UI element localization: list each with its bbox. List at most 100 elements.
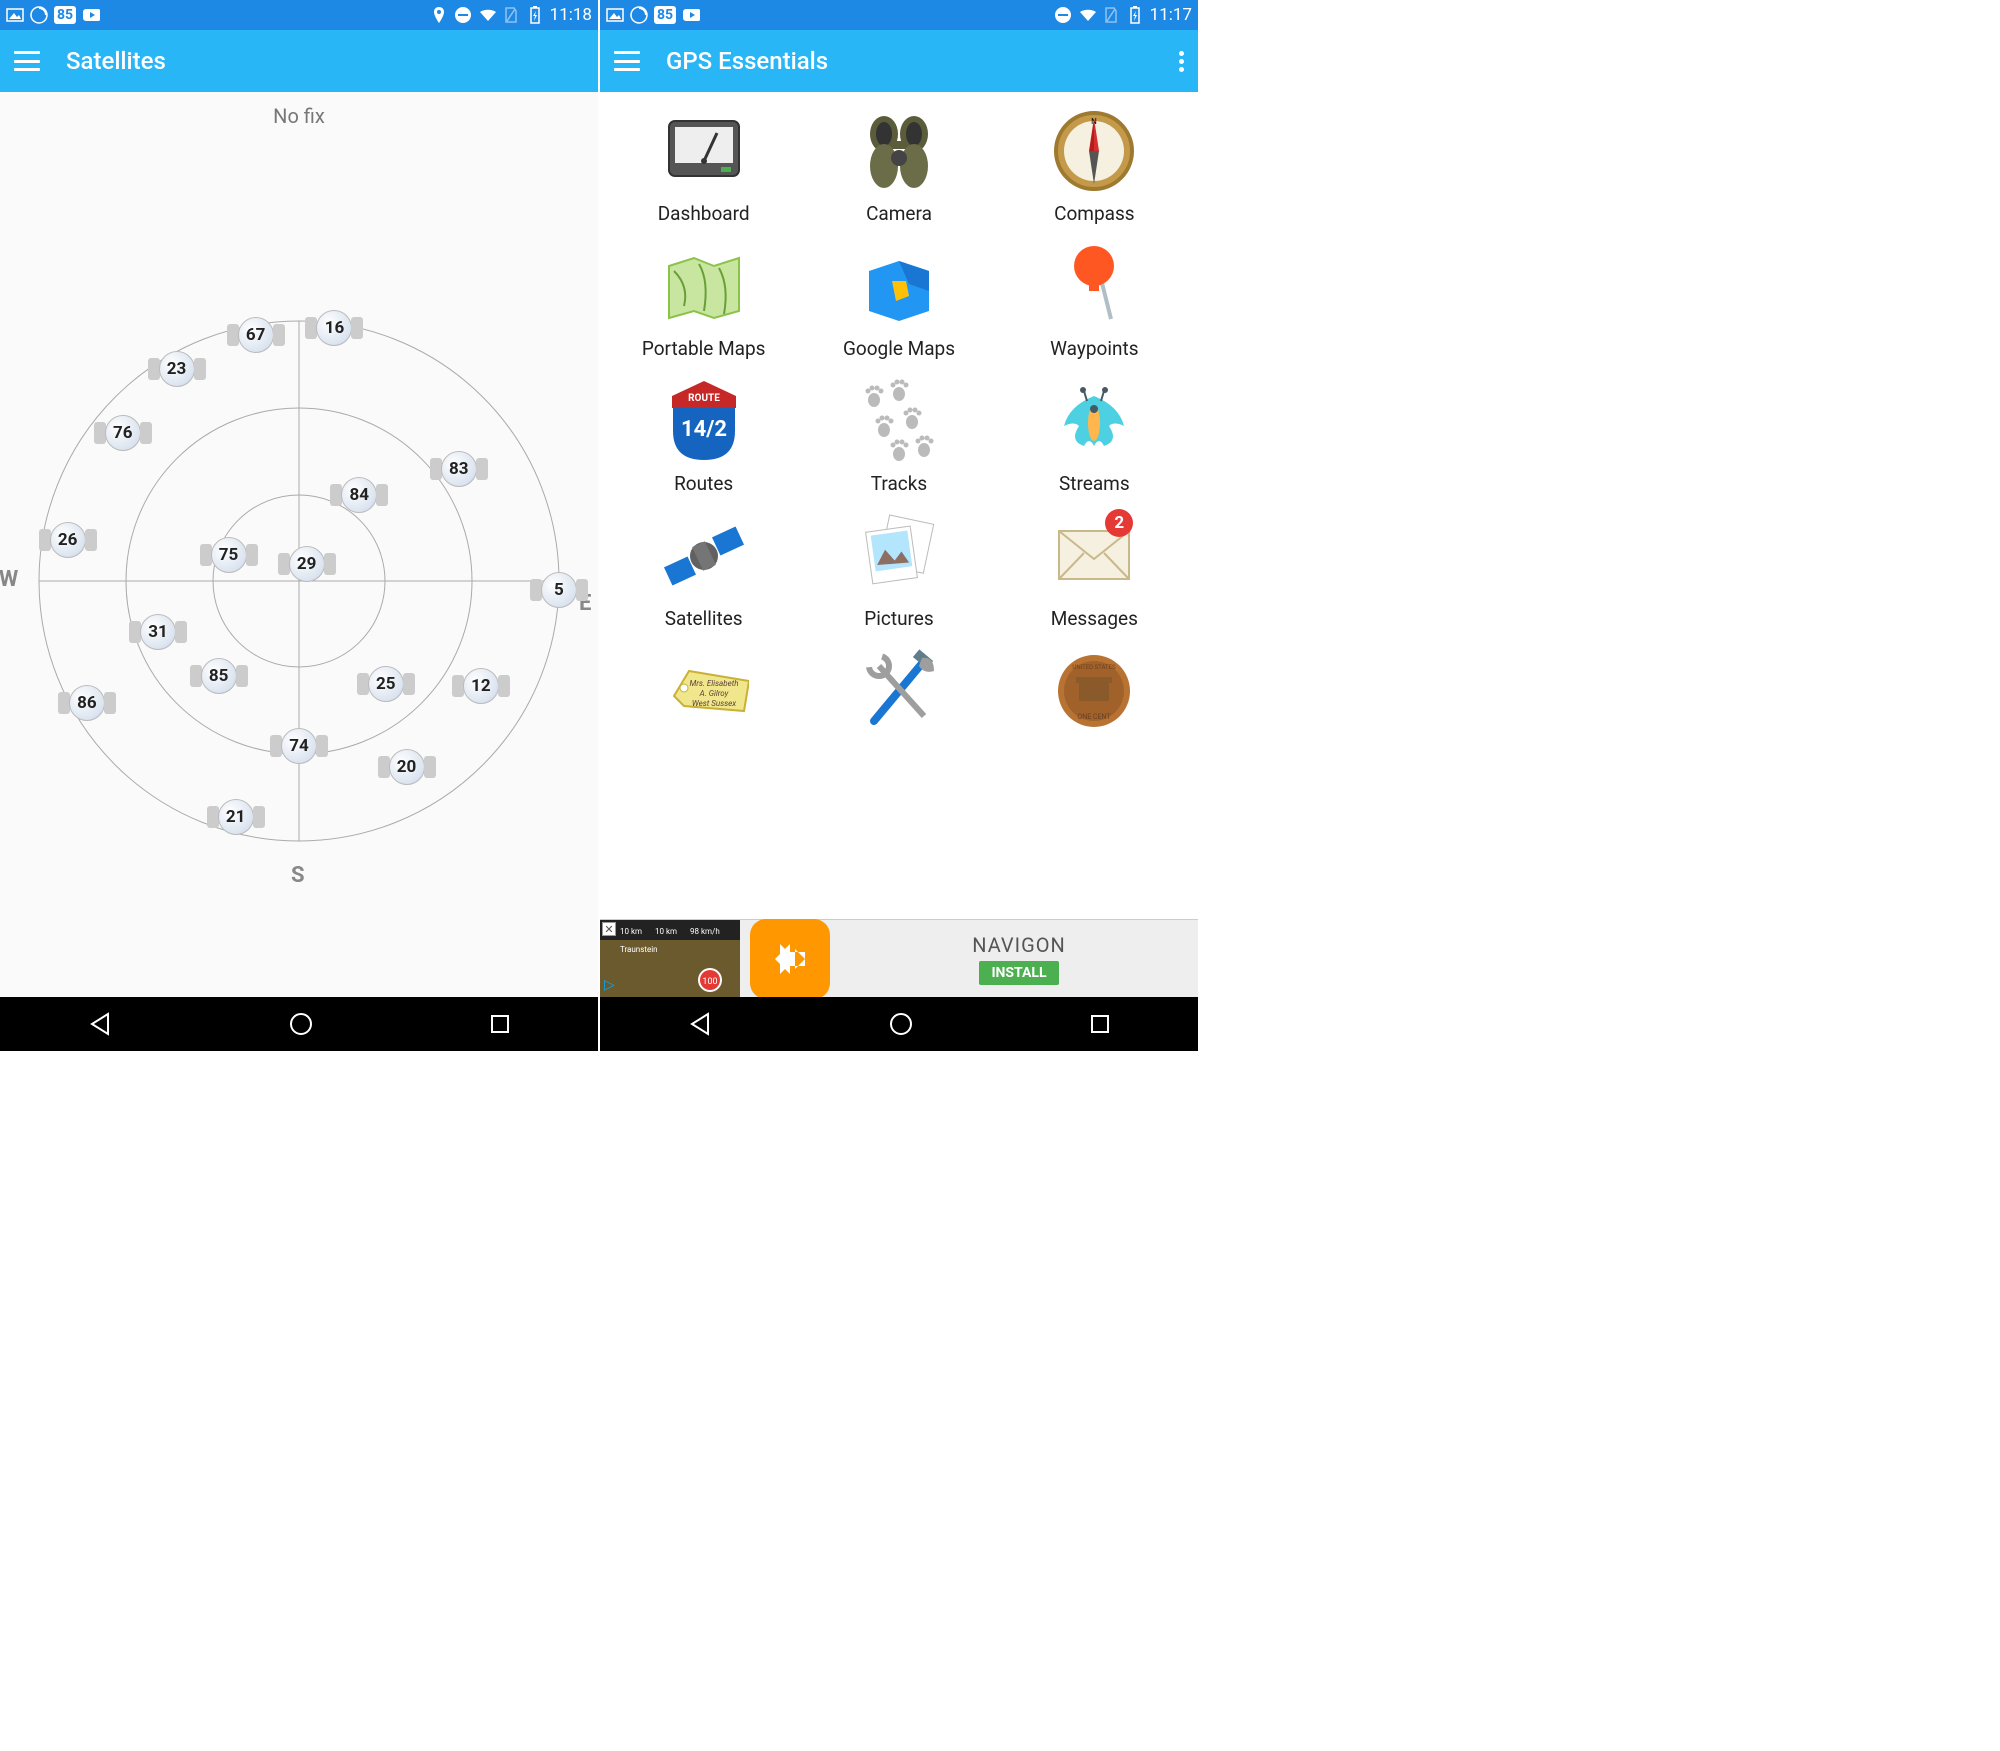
- svg-text:14/2: 14/2: [681, 417, 727, 442]
- tile-dashboard[interactable]: Dashboard: [606, 100, 801, 231]
- satellite-marker: 29: [278, 546, 336, 582]
- svg-text:ROUTE: ROUTE: [688, 393, 720, 404]
- tile-routes[interactable]: ROUTE 14/2 Routes: [606, 370, 801, 501]
- tile-compass[interactable]: N Compass: [997, 100, 1192, 231]
- tile-label: Camera: [866, 202, 932, 225]
- google-maps-icon: [854, 241, 944, 331]
- tile-satellites[interactable]: Satellites: [606, 505, 801, 636]
- tile-messages[interactable]: 2Messages: [997, 505, 1192, 636]
- tile-portable-maps[interactable]: Portable Maps: [606, 235, 801, 366]
- sim-icon: [502, 6, 520, 24]
- tile-tools[interactable]: [801, 640, 996, 742]
- sim-icon: [1102, 6, 1120, 24]
- phone-left-satellites: 85 11:18 Satellites No fix W E: [0, 0, 600, 1051]
- ad-install-button[interactable]: INSTALL: [979, 961, 1058, 985]
- tile-label: Dashboard: [658, 202, 750, 225]
- tile-coin[interactable]: UNITED STATESONE CENT: [997, 640, 1192, 742]
- tile-tracks[interactable]: Tracks: [801, 370, 996, 501]
- pictures-icon: [854, 511, 944, 601]
- satellite-marker: 31: [129, 614, 187, 650]
- satellite-marker: 16: [305, 310, 363, 346]
- satellite-marker: 85: [190, 658, 248, 694]
- svg-text:West Sussex: West Sussex: [692, 699, 736, 708]
- home-button[interactable]: [287, 1010, 315, 1038]
- image-icon: [606, 6, 624, 24]
- dashboard-icon: [659, 106, 749, 196]
- ad-title: NAVIGON: [972, 933, 1065, 957]
- back-button[interactable]: [86, 1010, 114, 1038]
- satellite-marker: 20: [378, 749, 436, 785]
- tile-label: Waypoints: [1050, 337, 1138, 360]
- battery-level-badge: 85: [654, 6, 676, 24]
- overview-button[interactable]: [1088, 1012, 1112, 1036]
- battery-charging-icon: [526, 6, 544, 24]
- coin-icon: UNITED STATESONE CENT: [1049, 646, 1139, 736]
- wifi-icon: [478, 6, 496, 24]
- nav-bar: [600, 997, 1198, 1051]
- overview-button[interactable]: [488, 1012, 512, 1036]
- satellites-icon: [659, 511, 749, 601]
- app-bar: Satellites: [0, 30, 598, 92]
- status-time: 11:18: [550, 5, 592, 25]
- satellite-marker: 86: [58, 685, 116, 721]
- ad-info-icon[interactable]: ▷: [604, 977, 615, 993]
- status-bar: 85 11:18: [0, 0, 598, 30]
- svg-text:N: N: [1091, 117, 1097, 126]
- tile-label: Routes: [674, 472, 733, 495]
- tile-tag[interactable]: Mrs. ElisabethA. GilroyWest Sussex: [606, 640, 801, 742]
- waypoints-icon: [1049, 241, 1139, 331]
- app-title: GPS Essentials: [666, 47, 828, 75]
- tile-camera[interactable]: Camera: [801, 100, 996, 231]
- back-button[interactable]: [686, 1010, 714, 1038]
- tile-pictures[interactable]: Pictures: [801, 505, 996, 636]
- svg-text:10 km: 10 km: [620, 927, 642, 936]
- ad-preview: ✕ ▷ 10010 km10 km98 km/hTraunstein: [600, 920, 740, 997]
- dnd-icon: [1054, 6, 1072, 24]
- main-menu-content: Dashboard Camera N Compass Portable Maps Goog…: [600, 92, 1198, 997]
- tracks-icon: [854, 376, 944, 466]
- home-button[interactable]: [887, 1010, 915, 1038]
- satellite-marker: 83: [430, 451, 488, 487]
- tile-streams[interactable]: Streams: [997, 370, 1192, 501]
- satellite-marker: 75: [200, 537, 258, 573]
- streams-icon: [1049, 376, 1139, 466]
- youtube-icon: [82, 6, 100, 24]
- svg-text:A. Gilroy: A. Gilroy: [698, 689, 728, 698]
- compass-icon: N: [1049, 106, 1139, 196]
- svg-text:Traunstein: Traunstein: [620, 945, 658, 954]
- cardinal-west: W: [0, 567, 18, 592]
- wifi-icon: [1078, 6, 1096, 24]
- status-time: 11:17: [1150, 5, 1192, 25]
- satellite-marker: 5: [530, 572, 588, 608]
- tag-icon: Mrs. ElisabethA. GilroyWest Sussex: [659, 646, 749, 736]
- overflow-menu-icon[interactable]: [1179, 51, 1184, 72]
- messages-icon: 2: [1049, 511, 1139, 601]
- menu-icon[interactable]: [14, 51, 40, 71]
- svg-text:Mrs. Elisabeth: Mrs. Elisabeth: [689, 679, 738, 688]
- tile-label: Pictures: [864, 607, 933, 630]
- tile-label: Google Maps: [843, 337, 955, 360]
- tools-icon: [854, 646, 944, 736]
- svg-text:UNITED STATES: UNITED STATES: [1073, 664, 1117, 671]
- status-bar: 85 11:17: [600, 0, 1198, 30]
- cardinal-south: S: [291, 863, 305, 888]
- firefox-icon: [30, 6, 48, 24]
- tile-label: Compass: [1054, 202, 1134, 225]
- location-icon: [430, 6, 448, 24]
- menu-icon[interactable]: [614, 51, 640, 71]
- dnd-icon: [454, 6, 472, 24]
- ad-banner[interactable]: ✕ ▷ 10010 km10 km98 km/hTraunstein NAVIG…: [600, 919, 1198, 997]
- app-title: Satellites: [66, 47, 166, 75]
- ad-close-icon[interactable]: ✕: [602, 922, 616, 936]
- tile-label: Streams: [1059, 472, 1130, 495]
- satellite-marker: 76: [94, 415, 152, 451]
- tile-label: Portable Maps: [642, 337, 766, 360]
- tile-label: Tracks: [871, 472, 927, 495]
- tile-waypoints[interactable]: Waypoints: [997, 235, 1192, 366]
- routes-icon: ROUTE 14/2: [659, 376, 749, 466]
- camera-icon: [854, 106, 944, 196]
- svg-text:98 km/h: 98 km/h: [690, 927, 720, 936]
- battery-charging-icon: [1126, 6, 1144, 24]
- portable-maps-icon: [659, 241, 749, 331]
- tile-google-maps[interactable]: Google Maps: [801, 235, 996, 366]
